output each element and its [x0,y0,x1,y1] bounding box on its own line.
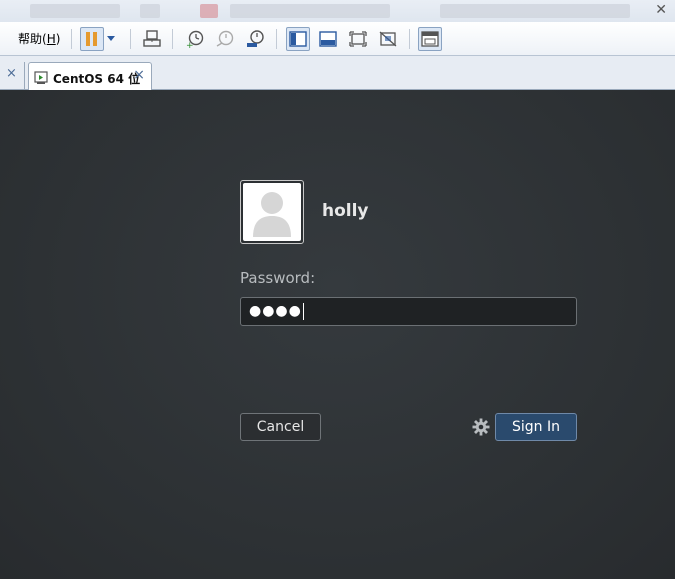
avatar [240,180,304,244]
thumbnail-view-icon [421,31,439,47]
tab-divider [24,62,25,90]
send-keys-icon [143,30,161,47]
help-menu-label-end: ) [55,32,61,46]
chevron-down-icon [107,36,115,41]
blurred-title [440,4,630,18]
window-titlebar: ✕ [0,0,675,22]
vm-toolbar: 帮助(H) + [0,22,675,56]
toolbar-separator [409,29,410,49]
quick-switch-icon [319,31,337,47]
unity-icon [379,31,397,47]
toolbar-separator [130,29,131,49]
sign-in-button[interactable]: Sign In [495,413,577,441]
blurred-title [140,4,160,18]
help-menu-label: 帮助( [18,32,47,46]
snapshot-revert-icon [216,30,234,47]
tab-close-icon[interactable]: × [133,67,145,83]
pause-button[interactable] [80,27,104,51]
username-label: holly [322,201,369,221]
send-ctrl-alt-del-button[interactable] [140,27,164,51]
vm-tab-bar: × CentOS 64 位 × [0,56,675,90]
help-menu-accelerator: H [46,32,56,46]
pause-icon [86,32,97,46]
user-avatar-icon [243,183,301,241]
fullscreen-icon [349,31,367,47]
toolbar-separator [172,29,173,49]
console-view-button[interactable] [286,27,310,51]
help-menu[interactable]: 帮助(H) [18,30,60,47]
gear-icon[interactable] [472,418,490,436]
blurred-title [30,4,120,18]
password-value: ●●●● [249,303,302,319]
blurred-title [200,4,218,18]
password-label: Password: [240,269,316,287]
unity-button[interactable] [376,27,400,51]
toolbar-separator [276,29,277,49]
pause-dropdown-button[interactable] [103,27,119,51]
vm-screen: holly Password: ●●●● Cancel Sign In [0,90,675,579]
quick-switch-button[interactable] [316,27,340,51]
tab-centos[interactable]: CentOS 64 位 × [28,62,152,90]
vm-icon [34,70,50,89]
password-input[interactable]: ●●●● [240,297,577,326]
thumbnail-view-button[interactable] [418,27,442,51]
blurred-title [230,4,390,18]
svg-text:+: + [186,41,194,49]
revert-snapshot-button[interactable] [213,27,237,51]
cancel-button[interactable]: Cancel [240,413,321,441]
tab-label: CentOS 64 位 [53,72,141,86]
text-caret [302,302,304,320]
fullscreen-button[interactable] [346,27,370,51]
toolbar-separator [71,29,72,49]
take-snapshot-button[interactable]: + [183,27,207,51]
previous-tab-close-icon[interactable]: × [6,66,17,81]
console-view-icon [289,31,307,47]
snapshot-manager-button[interactable] [243,27,267,51]
snapshot-manager-icon [247,30,264,47]
window-close-icon[interactable]: ✕ [655,2,667,18]
snapshot-take-icon: + [186,30,204,49]
